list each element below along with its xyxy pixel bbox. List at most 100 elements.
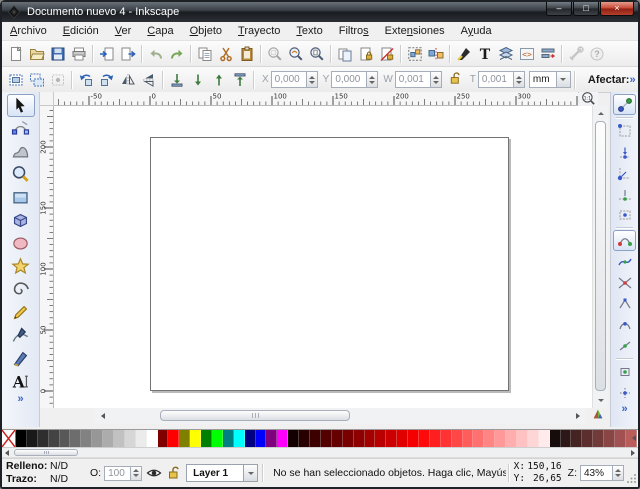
tool-node-button[interactable] [7, 117, 35, 140]
unit-dropdown-button[interactable] [557, 71, 571, 88]
palette-swatch[interactable] [332, 430, 343, 447]
snap-bbox-centers-button[interactable] [613, 204, 636, 225]
scroll-left-button[interactable] [96, 409, 109, 423]
tool-spiral-button[interactable] [7, 278, 35, 301]
opacity-spinner[interactable] [131, 466, 142, 481]
palette-swatch[interactable] [463, 430, 474, 447]
cmd-preferences-button[interactable] [565, 43, 586, 65]
palette-scroll-arrow-icon[interactable] [632, 435, 636, 441]
palette-swatch[interactable] [168, 430, 179, 447]
cmd-open-button[interactable] [26, 43, 47, 65]
palette-swatch[interactable] [179, 430, 190, 447]
palette-swatch[interactable] [81, 430, 92, 447]
tool-selector-button[interactable] [7, 94, 35, 117]
opt-select-all-layers-button[interactable] [26, 69, 47, 91]
snap-paths-button[interactable] [613, 251, 636, 272]
tool-pencil-button[interactable] [7, 301, 35, 324]
palette-swatch[interactable] [441, 430, 452, 447]
snap-rotation-centers-button[interactable] [613, 382, 636, 403]
menu-capa[interactable]: Capa [139, 23, 181, 39]
menu-trayecto[interactable]: Trayecto [230, 23, 288, 39]
menu-ayuda[interactable]: Ayuda [453, 23, 500, 39]
palette-swatch[interactable] [571, 430, 582, 447]
palette-scroll-right-icon[interactable] [631, 450, 635, 456]
cmd-layers-button[interactable] [495, 43, 516, 65]
tool-bezier-button[interactable] [7, 324, 35, 347]
menu-edicion[interactable]: Edición [55, 23, 107, 39]
tool-tweak-button[interactable] [7, 140, 35, 163]
cmd-cut-button[interactable] [215, 43, 236, 65]
tool-ellipse-button[interactable] [7, 232, 35, 255]
palette-scroll-thumb[interactable] [14, 449, 78, 456]
opt-deselect-button[interactable] [47, 69, 68, 91]
palette-swatch[interactable] [397, 430, 408, 447]
snap-bbox-corners-button[interactable] [613, 162, 636, 183]
tool-rectangle-button[interactable] [7, 186, 35, 209]
palette-scrollbar[interactable] [2, 448, 638, 458]
vertical-scrollbar[interactable] [592, 106, 608, 408]
fill-stroke-indicator[interactable]: Relleno: N/D Trazo: N/D [6, 460, 82, 486]
cmd-copy-button[interactable] [194, 43, 215, 65]
palette-swatch[interactable] [419, 430, 430, 447]
opt-raise-button[interactable] [208, 69, 229, 91]
snap-line-midpoints-button[interactable] [613, 335, 636, 356]
palette-scroll-left-icon[interactable] [5, 450, 9, 456]
x-field[interactable]: 0,000 [271, 71, 307, 88]
cmd-zoom-page-button[interactable] [306, 43, 327, 65]
snap-path-intersections-button[interactable] [613, 272, 636, 293]
palette-swatch-none[interactable] [2, 430, 16, 447]
opt-lower-button[interactable] [187, 69, 208, 91]
cmd-align-button[interactable] [537, 43, 558, 65]
cmd-paste-button[interactable] [236, 43, 257, 65]
snap-smooth-nodes-button[interactable] [613, 314, 636, 335]
zoom-field[interactable]: 43% [580, 465, 613, 481]
palette-swatch[interactable] [386, 430, 397, 447]
palette-swatch[interactable] [310, 430, 321, 447]
palette-swatch[interactable] [582, 430, 593, 447]
snap-bbox-edge-midpoints-button[interactable] [613, 183, 636, 204]
palette-swatch[interactable] [27, 430, 38, 447]
opt-rotate-ccw-button[interactable] [75, 69, 96, 91]
cmd-duplicate-button[interactable] [334, 43, 355, 65]
palette-swatch[interactable] [103, 430, 114, 447]
menu-objeto[interactable]: Objeto [182, 23, 230, 39]
menu-ver[interactable]: Ver [107, 23, 140, 39]
layer-selector[interactable]: Layer 1 [186, 464, 258, 482]
cmd-xml-editor-button[interactable]: <> [516, 43, 537, 65]
opacity-field[interactable]: 100 [104, 466, 131, 481]
scroll-up-button[interactable] [594, 107, 608, 120]
cmd-text-dialog-button[interactable]: T [474, 43, 495, 65]
cmd-import-button[interactable] [96, 43, 117, 65]
unit-selector[interactable]: mm [529, 71, 571, 88]
horizontal-scrollbar[interactable] [95, 408, 585, 424]
tool-calligraphy-button[interactable] [7, 347, 35, 370]
cmd-unlink-clone-button[interactable] [376, 43, 397, 65]
menu-archivo[interactable]: Archivo [2, 23, 55, 39]
cms-adjust-button[interactable] [588, 408, 608, 424]
zoom-spinner[interactable] [613, 465, 624, 481]
layer-lock-button[interactable] [166, 465, 182, 481]
snap-nodes-button[interactable] [613, 230, 636, 251]
palette-swatch[interactable] [38, 430, 49, 447]
cmd-redo-button[interactable] [166, 43, 187, 65]
palette-swatch[interactable] [92, 430, 103, 447]
palette-swatch[interactable] [158, 430, 169, 447]
palette-swatch[interactable] [256, 430, 267, 447]
menu-extensiones[interactable]: Extensiones [377, 23, 453, 39]
cmd-zoom-selection-button[interactable] [264, 43, 285, 65]
palette-swatch[interactable] [343, 430, 354, 447]
snap-bbox-edges-button[interactable] [613, 141, 636, 162]
palette-swatch[interactable] [484, 430, 495, 447]
w-field[interactable]: 0,001 [395, 71, 431, 88]
palette-swatch[interactable] [288, 430, 299, 447]
resize-grip[interactable] [627, 473, 637, 486]
palette-swatch[interactable] [506, 430, 517, 447]
tool-box3d-button[interactable] [7, 209, 35, 232]
snap-bbox-button[interactable] [613, 120, 636, 141]
cmd-group-button[interactable] [404, 43, 425, 65]
palette-swatch[interactable] [593, 430, 604, 447]
tool-options-overflow-chevron[interactable]: » [629, 74, 635, 86]
palette-swatch[interactable] [125, 430, 136, 447]
title-bar[interactable]: Documento nuevo 4 - Inkscape [2, 2, 638, 22]
vertical-scroll-thumb[interactable] [595, 121, 606, 391]
